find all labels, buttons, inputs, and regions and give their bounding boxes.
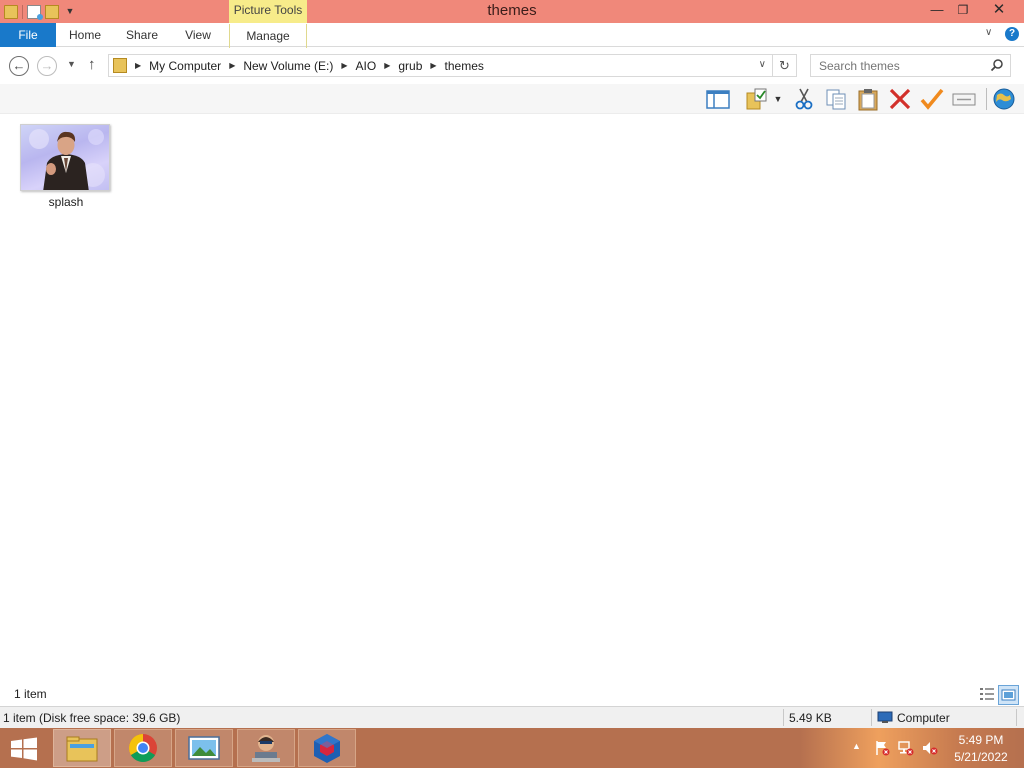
show-hidden-icons-icon[interactable]: ▲: [852, 741, 861, 751]
divider: [871, 709, 872, 726]
address-bar[interactable]: ▶ My Computer ▶ New Volume (E:) ▶ AIO ▶ …: [108, 54, 773, 77]
title-bar: ▼ themes Picture Tools — ❐ ✕: [0, 0, 1024, 23]
splash-thumbnail-image: [29, 129, 105, 190]
action-center-flag-icon[interactable]: [874, 740, 890, 756]
clock-time[interactable]: 5:49 PM: [948, 733, 1014, 747]
breadcrumb-separator-icon[interactable]: ▶: [229, 61, 235, 70]
photo-viewer-icon: [188, 736, 220, 760]
recent-locations-dropdown-icon[interactable]: ▼: [67, 59, 76, 69]
expand-ribbon-icon[interactable]: ∨: [985, 27, 992, 38]
status-location: Computer: [897, 711, 950, 725]
status-file-size: 5.49 KB: [789, 711, 832, 725]
taskbar-box-app[interactable]: [298, 729, 356, 767]
breadcrumb-separator-icon[interactable]: ▶: [135, 61, 141, 70]
folder-icon: [113, 58, 127, 73]
help-icon[interactable]: ?: [1005, 27, 1019, 41]
image-thumbnail: [20, 124, 110, 191]
tab-manage[interactable]: Manage: [229, 24, 307, 48]
computer-icon: [877, 711, 893, 723]
paste-icon[interactable]: [856, 87, 880, 111]
refresh-button[interactable]: ↻: [773, 54, 797, 77]
copy-icon[interactable]: [824, 87, 848, 111]
window-title: themes: [487, 2, 537, 19]
tab-home[interactable]: Home: [56, 23, 114, 47]
breadcrumb: ▶ My Computer ▶ New Volume (E:) ▶ AIO ▶ …: [133, 55, 490, 76]
file-explorer-icon: [66, 736, 98, 762]
command-toolbar: ▼: [0, 84, 1024, 114]
rename-icon[interactable]: [952, 87, 976, 111]
navigation-bar: ← → ▼ ↑ ▶ My Computer ▶ New Volume (E:) …: [0, 48, 1024, 84]
chevron-down-icon[interactable]: ▼: [772, 87, 784, 111]
status-selection-info: 1 item (Disk free space: 39.6 GB): [3, 711, 181, 725]
search-box: [810, 54, 1011, 77]
file-item[interactable]: splash: [18, 123, 114, 215]
windows-start-icon[interactable]: [10, 737, 38, 761]
status-bar: 1 item (Disk free space: 39.6 GB) 5.49 K…: [0, 706, 1024, 728]
taskbar-photo-viewer[interactable]: [175, 729, 233, 767]
breadcrumb-item[interactable]: AIO: [356, 59, 377, 73]
details-view-icon[interactable]: [978, 685, 996, 703]
breadcrumb-item[interactable]: themes: [445, 59, 484, 73]
cut-icon[interactable]: [792, 87, 816, 111]
taskbar: ▲ 5:49 PM 5/21/2022: [0, 728, 1024, 768]
item-count: 1 item: [14, 687, 47, 701]
breadcrumb-item[interactable]: grub: [398, 59, 422, 73]
item-count-bar: 1 item: [0, 684, 1024, 706]
volume-muted-icon[interactable]: [922, 740, 938, 756]
search-input[interactable]: [811, 55, 981, 76]
user-app-icon: [252, 735, 280, 762]
tab-file[interactable]: File: [0, 23, 56, 47]
forward-button[interactable]: →: [37, 56, 57, 76]
address-history-dropdown-icon[interactable]: ∨: [759, 59, 766, 70]
tab-view[interactable]: View: [170, 23, 226, 47]
taskbar-user-app[interactable]: [237, 729, 295, 767]
search-icon[interactable]: [990, 58, 1004, 72]
breadcrumb-separator-icon[interactable]: ▶: [430, 61, 436, 70]
taskbar-file-explorer[interactable]: [53, 729, 111, 767]
chrome-icon: [129, 734, 157, 762]
file-name: splash: [48, 195, 84, 209]
preview-pane-icon[interactable]: [706, 87, 730, 111]
taskbar-chrome[interactable]: [114, 729, 172, 767]
box-app-icon: [314, 734, 340, 763]
back-button[interactable]: ←: [9, 56, 29, 76]
breadcrumb-separator-icon[interactable]: ▶: [384, 61, 390, 70]
globe-icon[interactable]: [992, 87, 1016, 111]
breadcrumb-separator-icon[interactable]: ▶: [341, 61, 347, 70]
clock-date[interactable]: 5/21/2022: [948, 750, 1014, 764]
breadcrumb-item[interactable]: My Computer: [149, 59, 221, 73]
divider: [783, 709, 784, 726]
network-icon[interactable]: [898, 740, 914, 756]
folder-checkmark-icon[interactable]: [744, 87, 768, 111]
contextual-tab-group-label: Picture Tools: [229, 0, 307, 23]
breadcrumb-item[interactable]: New Volume (E:): [243, 59, 333, 73]
up-button[interactable]: ↑: [88, 56, 96, 73]
file-list-view[interactable]: splash: [0, 114, 1024, 684]
large-icons-view-button[interactable]: [998, 685, 1019, 705]
restore-button[interactable]: ❐: [948, 0, 978, 20]
delete-icon[interactable]: [888, 87, 912, 111]
checkmark-icon[interactable]: [920, 87, 944, 111]
large-icons-view-icon: [1001, 689, 1016, 701]
ribbon-tab-bar: File Home Share View Manage ∨ ?: [0, 23, 1024, 48]
close-button[interactable]: ✕: [984, 0, 1014, 20]
divider: [986, 88, 987, 110]
tab-share[interactable]: Share: [114, 23, 170, 47]
divider: [1016, 709, 1017, 726]
